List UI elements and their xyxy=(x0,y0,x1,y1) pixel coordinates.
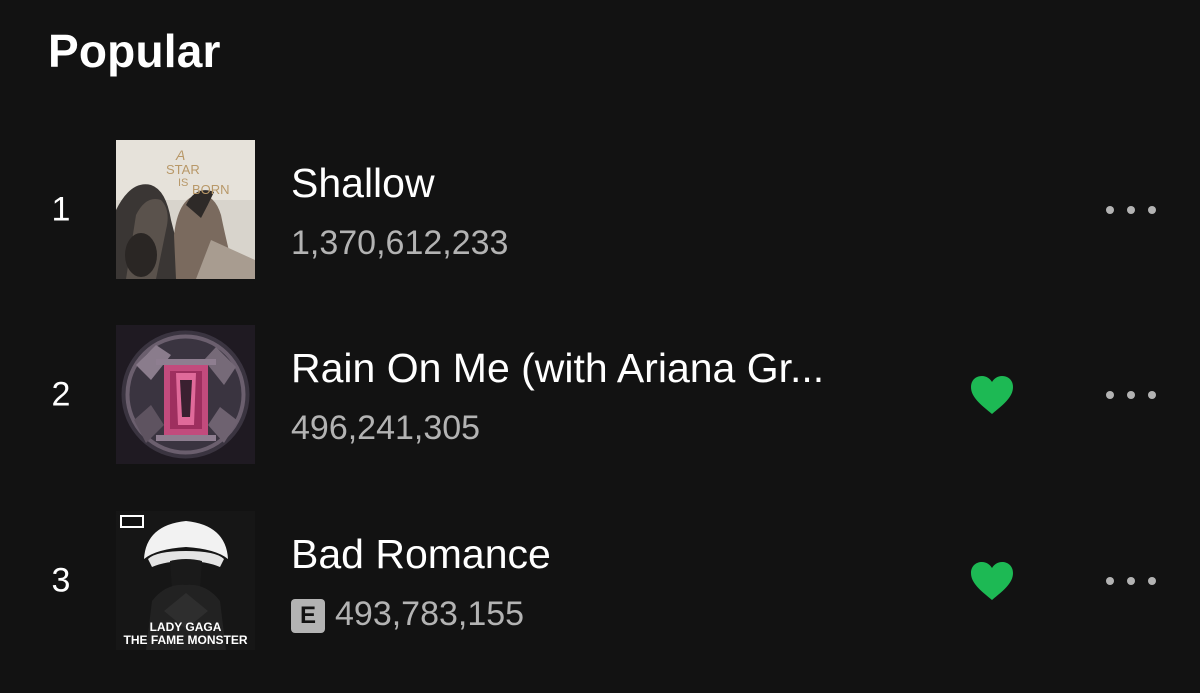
track-meta: E 493,783,155 xyxy=(291,595,524,634)
album-cover-the-fame-monster: LADY GAGA THE FAME MONSTER xyxy=(116,511,255,650)
play-count: 496,241,305 xyxy=(291,409,481,447)
play-count: 1,370,612,233 xyxy=(291,224,509,262)
section-title: Popular xyxy=(48,25,221,77)
cover-artist-text: LADY GAGA xyxy=(150,620,222,634)
track-number: 2 xyxy=(51,375,71,414)
explicit-badge: E xyxy=(291,598,325,633)
heart-icon[interactable] xyxy=(970,375,1014,415)
svg-text:BORN: BORN xyxy=(192,182,230,197)
play-count: 493,783,155 xyxy=(335,595,525,633)
more-options-icon[interactable] xyxy=(1106,200,1156,220)
track-row[interactable]: 2 Rain On Me (with Ariana Gr... 496,241,… xyxy=(0,325,1200,465)
track-title[interactable]: Bad Romance xyxy=(291,531,551,578)
svg-text:IS: IS xyxy=(178,177,188,189)
svg-text:STAR: STAR xyxy=(166,162,200,177)
album-cover-a-star-is-born: A STAR IS BORN xyxy=(116,140,255,279)
track-meta: 496,241,305 xyxy=(291,409,480,448)
track-row[interactable]: 3 LADY GAGA THE FAME MONSTER Bad Romance… xyxy=(0,511,1200,651)
more-options-icon[interactable] xyxy=(1106,385,1156,405)
svg-text:A: A xyxy=(175,147,185,163)
cover-album-text: THE FAME MONSTER xyxy=(123,633,247,647)
track-title[interactable]: Shallow xyxy=(291,160,435,207)
track-title[interactable]: Rain On Me (with Ariana Gr... xyxy=(291,345,824,392)
track-number: 1 xyxy=(51,190,71,229)
track-number: 3 xyxy=(51,561,71,600)
heart-icon[interactable] xyxy=(970,561,1014,601)
album-cover-chromatica xyxy=(116,325,255,464)
more-options-icon[interactable] xyxy=(1106,571,1156,591)
track-meta: 1,370,612,233 xyxy=(291,224,508,263)
track-row[interactable]: 1 A STAR IS BORN Shallow 1,370,612,233 xyxy=(0,140,1200,280)
